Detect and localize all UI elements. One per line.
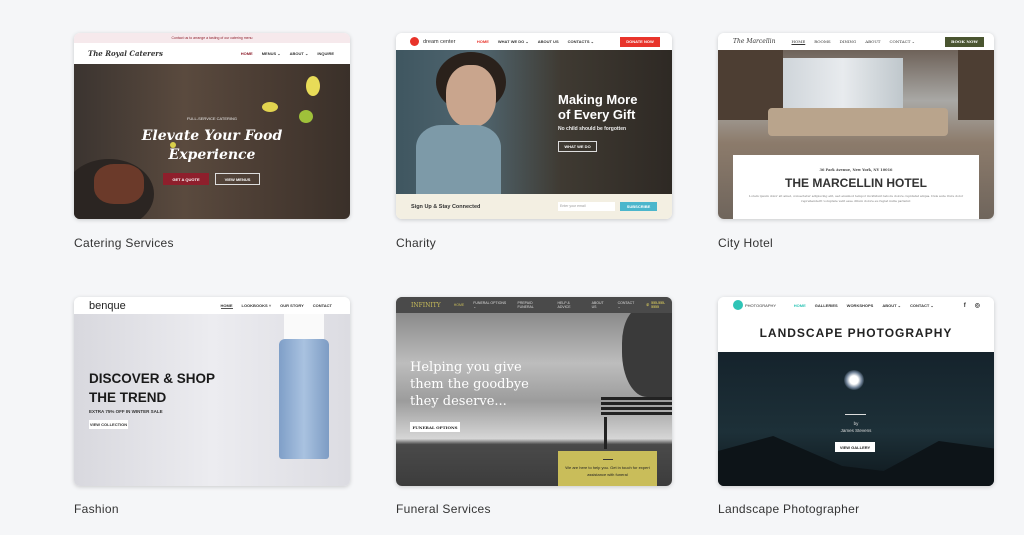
logo: The Royal Caterers (88, 49, 163, 58)
subheadline: EXTRA 75% OFF IN WINTER SALE (89, 409, 163, 414)
logo: benque (89, 299, 126, 312)
phone-number: 555-555-5555 (651, 301, 666, 309)
nav-item: DINING (839, 39, 857, 44)
hotel-title: THE MARCELLIN HOTEL (785, 176, 927, 190)
logo: PHOTOGRAPHY (745, 303, 777, 308)
nav-item: LOOKBOOKS ˅ (241, 303, 272, 308)
facebook-icon: f (963, 302, 966, 309)
nav-item: HOME (220, 302, 233, 309)
nav-item: ABOUT US (591, 301, 604, 309)
kicker: FULL-SERVICE CATERING (186, 116, 238, 121)
address: 36 Park Avenue, New York, NY 10016 (819, 168, 893, 172)
announcement-bar: Contact us to arrange a tasting of our c… (74, 33, 350, 43)
template-card-catering[interactable]: Contact us to arrange a tasting of our c… (74, 33, 350, 219)
template-label[interactable]: Fashion (74, 502, 119, 516)
headline: Helping you give (410, 360, 522, 375)
nav-item: CONTACT (312, 303, 332, 308)
template-label[interactable]: Charity (396, 236, 436, 250)
hero-image: DISCOVER & SHOP THE TREND EXTRA 75% OFF … (74, 314, 350, 486)
subheadline: No child should be forgotten (558, 126, 627, 132)
view-gallery-button: VIEW GALLERY (835, 442, 875, 452)
headline: Making More (558, 92, 638, 107)
contact-box-text: We are here to help you. Get in touch fo… (565, 465, 650, 477)
logo: The Marcellin (733, 38, 776, 45)
template-label[interactable]: Catering Services (74, 236, 174, 250)
byline: by (853, 421, 859, 426)
headline: they deserve... (410, 394, 507, 409)
headline: of Every Gift (558, 107, 636, 122)
logo-icon (733, 300, 743, 310)
instagram-icon: ◎ (974, 303, 980, 309)
book-now-button: BOOK NOW (945, 36, 984, 47)
nav-item: INQUIRE (317, 51, 334, 56)
nav-item: OUR STORY (280, 303, 304, 308)
nav-item: HOME (453, 303, 465, 307)
nav-item: WHAT WE DO ⌄ (497, 39, 529, 44)
logo: dream center (423, 38, 456, 45)
template-label[interactable]: Landscape Photographer (718, 502, 859, 516)
nav-item: ROOMS (814, 39, 831, 44)
nav-item: HOME (240, 51, 253, 56)
author-name: James Stevens (840, 428, 872, 433)
nav-item: HELP & ADVICE (557, 301, 571, 309)
nav-item: PREPAID FUNERAL (517, 301, 534, 309)
logo: INFINITY (411, 301, 441, 309)
template-card-city-hotel[interactable]: The Marcellin HOME ROOMS DINING ABOUT CO… (718, 33, 994, 219)
nav-item: HOME (476, 39, 489, 44)
nav-item: HOME (793, 303, 806, 308)
nav-item: WORKSHOPS (846, 303, 874, 308)
what-we-do-button: WHAT WE DO (558, 141, 597, 152)
view-collection-button: VIEW COLLECTION (89, 420, 128, 429)
view-menus-button: VIEW MENUS (215, 173, 260, 185)
template-card-funeral[interactable]: INFINITY HOME FUNERAL OPTIONS ⌄ PREPAID … (396, 297, 672, 486)
nav-item: GALLERIES (814, 303, 838, 308)
nav-item: CONTACTS ⌄ (567, 39, 594, 44)
nav-item: CONTACT ⌄ (910, 303, 934, 308)
funeral-options-button: FUNERAL OPTIONS (410, 422, 460, 432)
template-card-charity[interactable]: dream center HOME WHAT WE DO ⌄ ABOUT US … (396, 33, 672, 219)
body-text: Lorem ipsum dolor sit amet, consectetur … (748, 194, 964, 203)
nav-item: ABOUT ⌄ (289, 51, 309, 56)
template-label[interactable]: City Hotel (718, 236, 773, 250)
nav-item: ABOUT (865, 39, 881, 44)
phone-icon: ✆ (646, 303, 650, 307)
headline: Elevate Your Food (141, 128, 283, 144)
signup-heading: Sign Up & Stay Connected (411, 204, 481, 210)
hero-image: Making More of Every Gift No child shoul… (396, 50, 672, 200)
nav-item: HOME (791, 39, 806, 44)
headline: THE TREND (89, 390, 167, 405)
headline: them the goodbye (410, 377, 529, 392)
headline: DISCOVER & SHOP (89, 371, 216, 386)
nav-item: CONTACT ⌄ (889, 39, 915, 44)
hero-image: by James Stevens VIEW GALLERY (718, 352, 994, 486)
nav-item: FUNERAL OPTIONS ⌄ (473, 301, 507, 309)
nav-item: ABOUT US (537, 39, 559, 44)
nav-item: CONTACT ⌄ (617, 301, 635, 309)
nav-item: ABOUT ⌄ (882, 303, 902, 308)
nav-item: MENUS ⌄ (261, 51, 281, 56)
email-input: Enter your email (558, 202, 615, 211)
page-title: LANDSCAPE PHOTOGRAPHY (759, 326, 953, 340)
subscribe-button: SUBSCRIBE (620, 202, 657, 211)
hero-image: FULL-SERVICE CATERING Elevate Your Food … (74, 64, 350, 219)
template-card-landscape-photographer[interactable]: PHOTOGRAPHY HOME GALLERIES WORKSHOPS ABO… (718, 297, 994, 486)
donate-button: DONATE NOW (620, 36, 660, 47)
headline: Experience (168, 147, 256, 163)
logo-icon (410, 37, 419, 46)
template-label[interactable]: Funeral Services (396, 502, 491, 516)
template-card-fashion[interactable]: benque HOME LOOKBOOKS ˅ OUR STORY CONTAC… (74, 297, 350, 486)
get-quote-button: GET A QUOTE (163, 173, 209, 185)
